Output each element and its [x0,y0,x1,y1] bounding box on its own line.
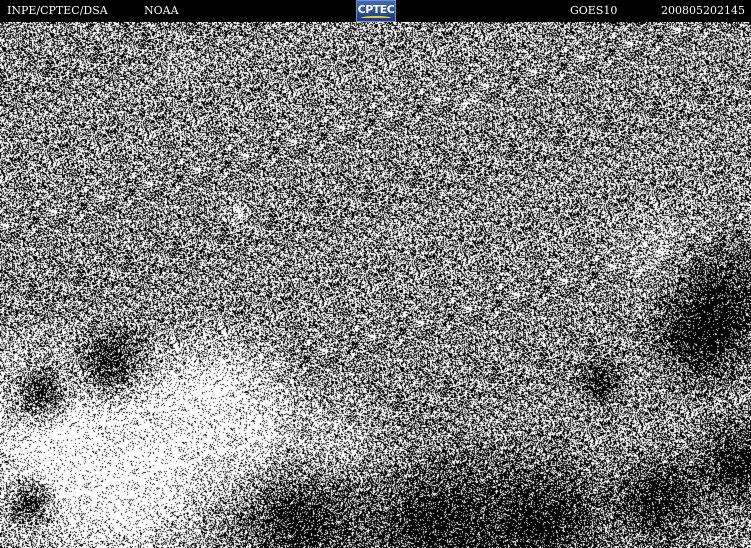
logo-text: CPTEC [357,3,395,16]
institution-label: INPE/CPTEC/DSA [7,4,108,17]
satellite-label: GOES10 [570,4,618,17]
logo-swoosh-icon [361,16,391,20]
timestamp-label: 200805202145 [661,4,745,17]
image-header-bar: INPE/CPTEC/DSA NOAA CPTEC GOES10 2008052… [0,0,751,22]
agency-label: NOAA [144,4,179,17]
cptec-logo: CPTEC [356,0,396,22]
satellite-image-frame: INPE/CPTEC/DSA NOAA CPTEC GOES10 2008052… [0,0,751,548]
satellite-noise-canvas [0,22,751,548]
satellite-image-area [0,22,751,548]
